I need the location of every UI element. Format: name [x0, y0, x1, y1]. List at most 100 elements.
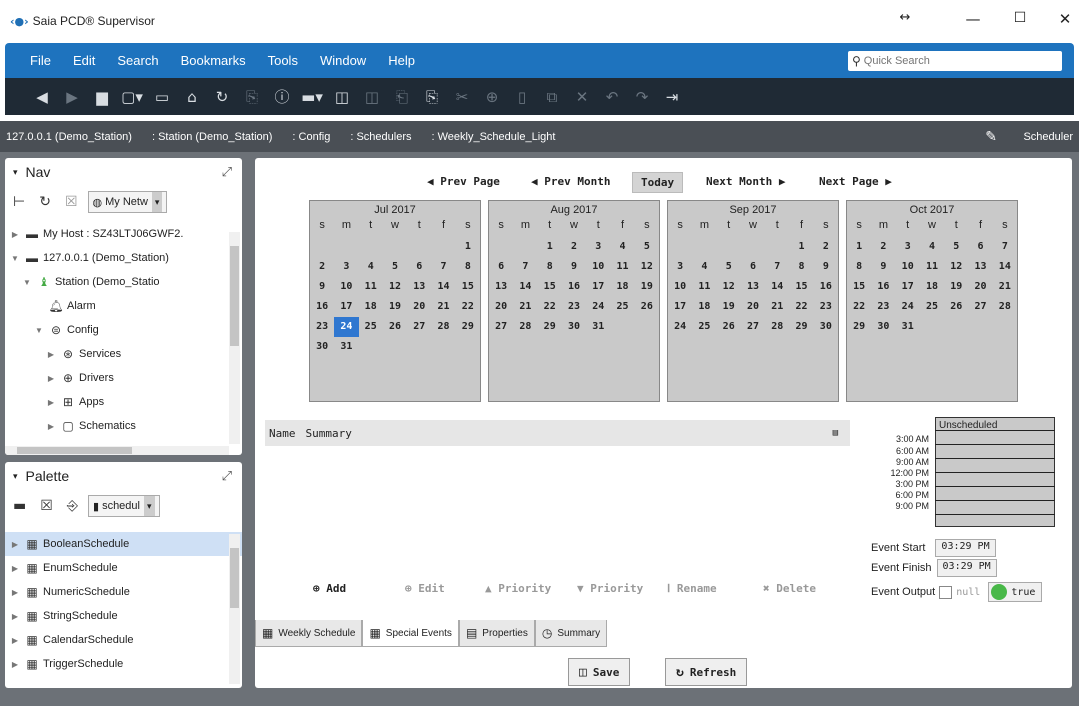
- calendar-day[interactable]: 16: [310, 297, 334, 317]
- calendar-day[interactable]: 29: [847, 317, 871, 337]
- menu-window[interactable]: Window: [309, 53, 377, 68]
- tab-icon[interactable]: ▭: [147, 88, 177, 106]
- calendar-day[interactable]: 25: [920, 297, 944, 317]
- calendar-day[interactable]: 8: [456, 257, 480, 277]
- calendar-day[interactable]: 14: [431, 277, 455, 297]
- palette-scrollbar[interactable]: [229, 534, 240, 684]
- calendar-day[interactable]: 19: [383, 297, 407, 317]
- calendar-day[interactable]: 1: [456, 237, 480, 257]
- calendar-day[interactable]: 10: [334, 277, 358, 297]
- calendar-day[interactable]: 29: [456, 317, 480, 337]
- tree-item[interactable]: 🔔︎ Alarm: [9, 294, 242, 318]
- calendar-day[interactable]: 15: [538, 277, 562, 297]
- calendar-day[interactable]: 30: [871, 317, 895, 337]
- priority-up-button[interactable]: ▲ Priority: [485, 582, 551, 595]
- calendar-day[interactable]: 29: [789, 317, 813, 337]
- palette-item[interactable]: ▶ ▦ EnumSchedule: [5, 556, 242, 580]
- calendar-day[interactable]: 9: [562, 257, 586, 277]
- calendar-day[interactable]: 30: [310, 337, 334, 357]
- back-icon[interactable]: ◀: [27, 88, 57, 106]
- null-checkbox[interactable]: [939, 585, 953, 599]
- calendar-day[interactable]: 26: [383, 317, 407, 337]
- palette-item[interactable]: ▶ ▦ CalendarSchedule: [5, 628, 242, 652]
- calendar-day[interactable]: 13: [407, 277, 431, 297]
- close-icon[interactable]: ☒: [65, 194, 78, 210]
- prev-page-button[interactable]: ◀ Prev Page: [427, 175, 500, 188]
- calendar-day[interactable]: 10: [668, 277, 692, 297]
- breadcrumb-item[interactable]: : Station (Demo_Station): [146, 131, 286, 143]
- calendar-day[interactable]: 31: [334, 337, 358, 357]
- calendar-day[interactable]: 11: [610, 257, 634, 277]
- maximize-icon[interactable]: ⤢: [222, 164, 232, 180]
- palette-item[interactable]: ▶ ▦ BooleanSchedule: [5, 532, 242, 556]
- calendar-day[interactable]: 20: [968, 277, 992, 297]
- calendar-day[interactable]: 3: [586, 237, 610, 257]
- export-icon[interactable]: ⎘: [417, 88, 447, 106]
- calendar-day[interactable]: 8: [789, 257, 813, 277]
- tree-item[interactable]: ▼ ⊜ Config: [9, 318, 242, 342]
- home-icon[interactable]: ⌂: [177, 88, 207, 106]
- calendar-day[interactable]: 2: [310, 257, 334, 277]
- calendar-day[interactable]: 10: [896, 257, 920, 277]
- calendar-day[interactable]: 3: [334, 257, 358, 277]
- calendar-day[interactable]: 29: [538, 317, 562, 337]
- calendar-day[interactable]: 12: [944, 257, 968, 277]
- calendar-day[interactable]: 2: [871, 237, 895, 257]
- calendar-day[interactable]: 24: [896, 297, 920, 317]
- calendar-day[interactable]: 21: [431, 297, 455, 317]
- calendar-day[interactable]: 5: [717, 257, 741, 277]
- tree-item[interactable]: ▶ ⊛ Services: [9, 342, 242, 366]
- tree-item[interactable]: ▶ ▬ My Host : SZ43LTJ06GWF2.: [9, 222, 242, 246]
- calendar-day[interactable]: 24: [586, 297, 610, 317]
- calendar-day[interactable]: 7: [765, 257, 789, 277]
- exit-icon[interactable]: ⇥: [657, 88, 687, 106]
- calendar-day[interactable]: 17: [334, 297, 358, 317]
- breadcrumb-item[interactable]: : Config: [286, 131, 344, 143]
- calendar-day[interactable]: 22: [538, 297, 562, 317]
- calendar-day[interactable]: 20: [407, 297, 431, 317]
- tree-item[interactable]: ▶ ⊞ Apps: [9, 390, 242, 414]
- column-name[interactable]: Name: [269, 427, 296, 440]
- calendar-day[interactable]: 3: [896, 237, 920, 257]
- calendar-day[interactable]: 27: [489, 317, 513, 337]
- calendar-day[interactable]: 5: [944, 237, 968, 257]
- folder-up-icon[interactable]: ▆: [87, 88, 117, 106]
- calendar-day[interactable]: 11: [359, 277, 383, 297]
- tree-item[interactable]: ▼ ▬ 127.0.0.1 (Demo_Station): [9, 246, 242, 270]
- next-page-button[interactable]: Next Page ▶: [819, 175, 892, 188]
- calendar-day[interactable]: 12: [383, 277, 407, 297]
- column-summary[interactable]: Summary: [306, 427, 352, 440]
- calendar-day[interactable]: 28: [513, 317, 537, 337]
- resize-arrows-icon[interactable]: ↔: [895, 10, 915, 25]
- calendar-day[interactable]: 12: [717, 277, 741, 297]
- calendar-day[interactable]: 16: [871, 277, 895, 297]
- calendar-day[interactable]: 24: [668, 317, 692, 337]
- quick-search-box[interactable]: ⚲: [848, 51, 1062, 71]
- calendar-day[interactable]: 2: [814, 237, 838, 257]
- delete-icon[interactable]: ✕: [567, 88, 597, 106]
- breadcrumb-item[interactable]: 127.0.0.1 (Demo_Station): [0, 131, 146, 143]
- calendar-day[interactable]: 14: [765, 277, 789, 297]
- calendar-day[interactable]: 25: [692, 317, 716, 337]
- calendar-day[interactable]: 18: [610, 277, 634, 297]
- add-button[interactable]: ⊕ Add: [313, 582, 346, 595]
- calendar-day[interactable]: 27: [407, 317, 431, 337]
- calendar-day[interactable]: 6: [407, 257, 431, 277]
- event-start-field[interactable]: 03:29 PM: [935, 539, 996, 557]
- calendar-day[interactable]: 25: [359, 317, 383, 337]
- calendar-day[interactable]: 16: [814, 277, 838, 297]
- calendar-day[interactable]: 5: [383, 257, 407, 277]
- rename-button[interactable]: Ⅰ Rename: [667, 582, 717, 595]
- calendar-day[interactable]: 11: [692, 277, 716, 297]
- palette-dropdown[interactable]: ▮ schedul ▾: [88, 495, 160, 517]
- collapse-icon[interactable]: ▾: [13, 167, 18, 178]
- calendar-day[interactable]: 5: [635, 237, 659, 257]
- calendar-day[interactable]: 15: [456, 277, 480, 297]
- calendar-day[interactable]: 13: [741, 277, 765, 297]
- calendar-day[interactable]: 20: [741, 297, 765, 317]
- event-finish-field[interactable]: 03:29 PM: [936, 559, 997, 577]
- calendar-day[interactable]: 26: [944, 297, 968, 317]
- calendar-day[interactable]: 14: [993, 257, 1017, 277]
- calendar-day[interactable]: 30: [814, 317, 838, 337]
- calendar-day[interactable]: 18: [692, 297, 716, 317]
